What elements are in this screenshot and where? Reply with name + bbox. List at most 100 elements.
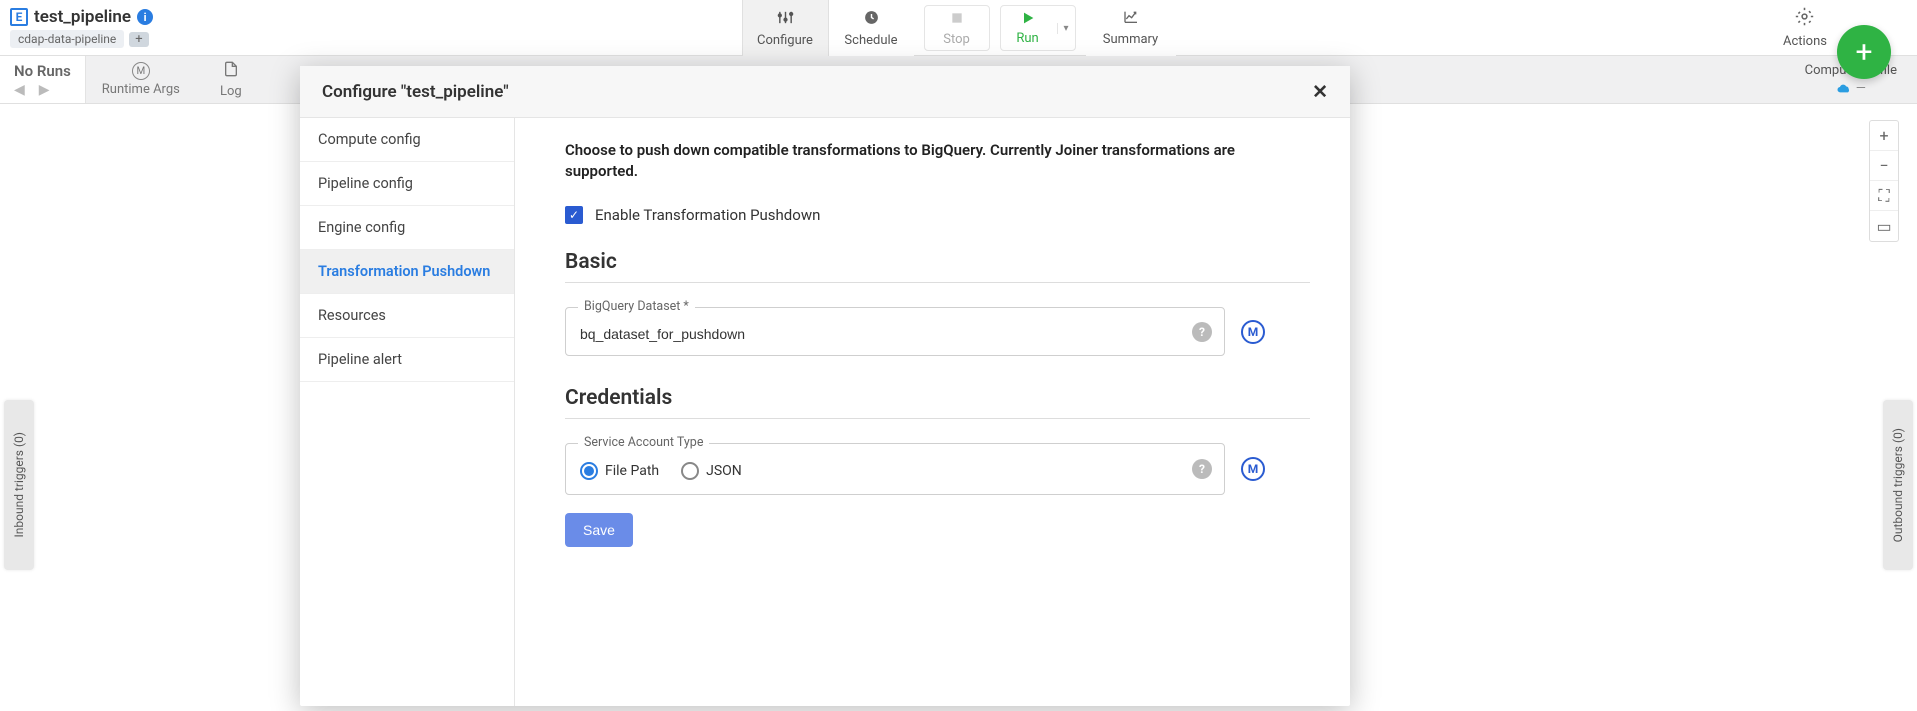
summary-label: Summary — [1103, 32, 1158, 47]
schedule-label: Schedule — [844, 33, 897, 48]
runs-nav: ◀ ▶ — [14, 82, 71, 98]
bq-dataset-help-icon[interactable]: ? — [1192, 322, 1212, 342]
actions-button[interactable]: Actions — [1783, 7, 1827, 49]
radio-json-label: JSON — [706, 463, 742, 479]
service-account-field-wrap: Service Account Type File Path JSON — [565, 443, 1310, 495]
section-credentials-heading: Credentials — [565, 386, 1310, 419]
outbound-triggers-label: Outbound triggers (0) — [1891, 428, 1905, 542]
run-label: Run — [1016, 31, 1038, 46]
save-button[interactable]: Save — [565, 513, 633, 547]
run-button[interactable]: Run ▾ — [1000, 5, 1076, 51]
add-tag-button[interactable]: + — [129, 32, 148, 47]
service-account-label: Service Account Type — [578, 435, 709, 450]
play-icon — [1020, 10, 1036, 31]
zoom-out-button[interactable]: − — [1870, 151, 1898, 181]
modal-header: Configure "test_pipeline" ✕ — [300, 66, 1350, 118]
section-basic-heading: Basic — [565, 250, 1310, 283]
info-icon[interactable]: i — [137, 9, 153, 25]
bq-dataset-border: BigQuery Dataset* ? — [565, 307, 1225, 356]
comments-button[interactable]: ▭ — [1870, 211, 1898, 241]
plus-icon: + — [1855, 35, 1872, 70]
schedule-button[interactable]: Schedule — [828, 0, 914, 56]
runs-panel: No Runs ◀ ▶ — [0, 56, 86, 103]
service-account-help-icon[interactable]: ? — [1192, 459, 1212, 479]
service-account-border: Service Account Type File Path JSON — [565, 443, 1225, 495]
next-run-icon[interactable]: ▶ — [39, 82, 50, 98]
nav-pipeline-config[interactable]: Pipeline config — [300, 162, 514, 206]
actions-label: Actions — [1783, 34, 1827, 49]
run-dropdown-caret[interactable]: ▾ — [1057, 23, 1075, 34]
zoom-in-button[interactable]: + — [1870, 121, 1898, 151]
zoom-controls: + − ⛶ ▭ — [1869, 120, 1899, 242]
nav-compute-config[interactable]: Compute config — [300, 118, 514, 162]
plus-icon: + — [1879, 126, 1888, 145]
nav-engine-config[interactable]: Engine config — [300, 206, 514, 250]
topbar-left: E test_pipeline i cdap-data-pipeline + — [0, 0, 163, 55]
radio-filepath-circle — [580, 462, 598, 480]
prev-run-icon[interactable]: ◀ — [14, 82, 25, 98]
configure-button[interactable]: Configure — [742, 0, 828, 56]
sliders-icon — [777, 9, 794, 31]
modal-title: Configure "test_pipeline" — [322, 82, 509, 102]
app-logo-icon: E — [10, 8, 28, 26]
compute-profile-value: — — [1836, 81, 1866, 97]
nav-resources[interactable]: Resources — [300, 294, 514, 338]
bq-dataset-label: BigQuery Dataset* — [578, 299, 695, 314]
runtime-args-icon: M — [132, 62, 150, 80]
bq-dataset-field-wrap: BigQuery Dataset* ? M — [565, 307, 1310, 356]
no-runs-label: No Runs — [14, 62, 71, 80]
bq-dataset-field-box: BigQuery Dataset* ? — [565, 307, 1225, 356]
macro-badge-icon[interactable]: M — [1241, 320, 1265, 344]
radio-json-option[interactable]: JSON — [681, 462, 742, 480]
logs-label: Log — [220, 84, 242, 99]
modal-content: Choose to push down compatible transform… — [515, 118, 1350, 706]
radio-json-circle — [681, 462, 699, 480]
enable-pushdown-row: ✓ Enable Transformation Pushdown — [565, 206, 1310, 224]
topbar: E test_pipeline i cdap-data-pipeline + C… — [0, 0, 1917, 56]
fab-add-button[interactable]: + — [1837, 25, 1891, 79]
chart-line-icon — [1122, 9, 1140, 30]
outbound-triggers-handle[interactable]: Outbound triggers (0) — [1883, 400, 1913, 570]
service-account-field-box: Service Account Type File Path JSON — [565, 443, 1225, 495]
inbound-triggers-label: Inbound triggers (0) — [12, 432, 26, 537]
topbar-center: Configure Schedule Stop Run ▾ — [742, 0, 1176, 56]
bq-dataset-input[interactable] — [580, 326, 1180, 342]
close-icon: ✕ — [1312, 80, 1328, 103]
radio-filepath-label: File Path — [605, 463, 659, 479]
bq-dataset-label-text: BigQuery Dataset — [584, 299, 680, 314]
runtime-args-label: Runtime Args — [102, 82, 180, 97]
stop-label: Stop — [943, 32, 970, 47]
gear-icon — [1795, 7, 1814, 31]
required-asterisk: * — [683, 299, 688, 314]
run-main: Run — [1001, 10, 1055, 46]
configure-modal: Configure "test_pipeline" ✕ Compute conf… — [300, 66, 1350, 706]
minus-icon: − — [1879, 156, 1888, 175]
fit-screen-button[interactable]: ⛶ — [1870, 181, 1898, 211]
macro-badge-icon[interactable]: M — [1241, 457, 1265, 481]
pipeline-name: test_pipeline — [34, 7, 131, 27]
nav-transformation-pushdown[interactable]: Transformation Pushdown — [300, 250, 514, 294]
check-icon: ✓ — [569, 208, 579, 222]
cloud-icon — [1836, 81, 1852, 97]
clock-icon — [863, 9, 880, 31]
stop-button[interactable]: Stop — [924, 5, 990, 51]
pushdown-description: Choose to push down compatible transform… — [565, 140, 1310, 182]
configure-label: Configure — [757, 33, 813, 48]
logs-tab[interactable]: Log — [196, 56, 266, 103]
modal-side-nav: Compute config Pipeline config Engine co… — [300, 118, 515, 706]
pipeline-title-row: E test_pipeline i — [10, 7, 153, 27]
logs-icon — [223, 60, 239, 82]
service-account-radio-row: File Path JSON — [580, 462, 1210, 480]
runtime-args-tab[interactable]: M Runtime Args — [86, 56, 196, 103]
enable-pushdown-checkbox[interactable]: ✓ — [565, 206, 583, 224]
modal-body: Compute config Pipeline config Engine co… — [300, 118, 1350, 706]
summary-button[interactable]: Summary — [1086, 0, 1176, 56]
inbound-triggers-handle[interactable]: Inbound triggers (0) — [4, 400, 34, 570]
fullscreen-icon: ⛶ — [1878, 186, 1889, 206]
speech-icon: ▭ — [1876, 217, 1891, 236]
tag-row: cdap-data-pipeline + — [10, 30, 153, 48]
modal-close-button[interactable]: ✕ — [1312, 80, 1328, 103]
pipeline-type-tag[interactable]: cdap-data-pipeline — [10, 30, 124, 48]
radio-filepath-option[interactable]: File Path — [580, 462, 659, 480]
nav-pipeline-alert[interactable]: Pipeline alert — [300, 338, 514, 382]
